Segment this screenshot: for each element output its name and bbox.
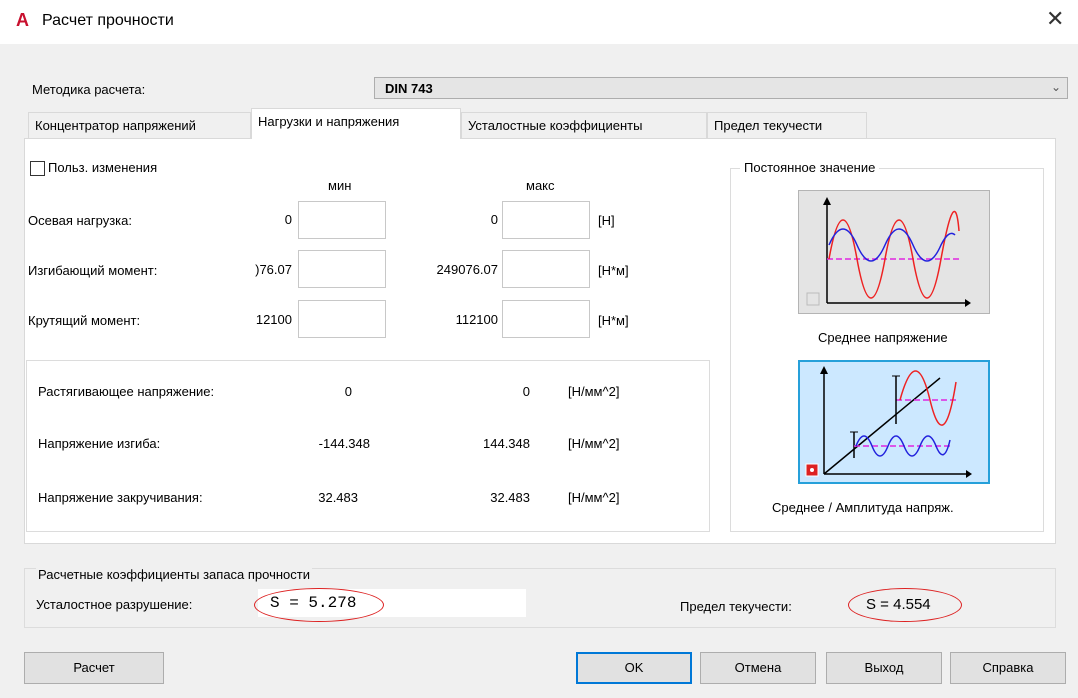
calculate-button[interactable]: Расчет — [24, 652, 164, 684]
bending-moment-max-value: 249076.07 — [436, 262, 498, 277]
mean-stress-option-label: Среднее напряжение — [818, 330, 948, 345]
axial-load-label: Осевая нагрузка: — [28, 213, 132, 228]
torsion-stress-min: 32.483 — [318, 490, 358, 505]
tab-fatigue-coefficients[interactable]: Усталостные коэффициенты — [461, 112, 707, 138]
mean-amplitude-option-label: Среднее / Амплитуда напряж. — [772, 500, 954, 515]
mean-amplitude-graph-icon — [800, 362, 988, 482]
yield-limit-label: Предел текучести: — [680, 599, 792, 614]
tab-loads-stresses[interactable]: Нагрузки и напряжения — [251, 108, 461, 139]
chevron-down-icon: ⌄ — [1050, 80, 1061, 94]
app-logo-icon: A — [16, 10, 29, 30]
tab-yield-limit[interactable]: Предел текучести — [707, 112, 867, 138]
cancel-button[interactable]: Отмена — [700, 652, 816, 684]
bending-moment-label: Изгибающий момент: — [28, 263, 158, 278]
axial-load-min-value: 0 — [284, 212, 292, 227]
axial-load-max-input[interactable] — [502, 201, 590, 239]
bending-moment-max-input[interactable] — [502, 250, 590, 288]
tensile-stress-label: Растягивающее напряжение: — [38, 384, 215, 399]
user-changes-label: Польз. изменения — [48, 160, 158, 175]
exit-button[interactable]: Выход — [826, 652, 942, 684]
tensile-stress-min: 0 — [344, 384, 352, 399]
bending-moment-min-input[interactable] — [298, 250, 386, 288]
torsion-stress-max: 32.483 — [490, 490, 530, 505]
safety-factors-title: Расчетные коэффициенты запаса прочности — [36, 567, 313, 582]
mean-stress-option-button[interactable] — [798, 190, 990, 314]
torque-max-input[interactable] — [502, 300, 590, 338]
torque-label: Крутящий момент: — [28, 313, 141, 328]
torque-unit: [H*м] — [598, 313, 629, 328]
bending-moment-unit: [H*м] — [598, 263, 629, 278]
tab-stress-concentrator[interactable]: Концентратор напряжений — [28, 112, 251, 138]
torque-max-value: 112100 — [455, 312, 498, 327]
constant-value-title: Постоянное значение — [740, 160, 880, 175]
ok-button[interactable]: OK — [576, 652, 692, 684]
axial-load-min-input[interactable] — [298, 201, 386, 239]
mean-amplitude-option-button[interactable] — [798, 360, 990, 484]
fatigue-failure-label: Усталостное разрушение: — [36, 597, 193, 612]
user-changes-checkbox[interactable] — [30, 161, 45, 176]
bending-stress-unit: [H/мм^2] — [568, 436, 620, 451]
tensile-stress-max: 0 — [522, 384, 530, 399]
bending-moment-min-value: )76.07 — [255, 262, 292, 277]
max-header: макс — [526, 178, 555, 193]
min-header: мин — [328, 178, 352, 193]
window-title: Расчет прочности — [42, 12, 174, 29]
close-icon[interactable]: ✕ — [1046, 6, 1064, 32]
bending-stress-label: Напряжение изгиба: — [38, 436, 161, 451]
torque-min-value: 12100 — [255, 312, 292, 327]
bending-stress-max: 144.348 — [483, 436, 530, 451]
sine-wave-mean-icon — [799, 191, 987, 311]
method-value: DIN 743 — [385, 81, 433, 96]
torsion-stress-label: Напряжение закручивания: — [38, 490, 203, 505]
torsion-stress-unit: [H/мм^2] — [568, 490, 620, 505]
help-button[interactable]: Справка — [950, 652, 1066, 684]
torque-min-input[interactable] — [298, 300, 386, 338]
axial-load-max-value: 0 — [490, 212, 498, 227]
fatigue-highlight-ellipse — [254, 588, 384, 622]
method-select[interactable]: DIN 743 ⌄ — [374, 77, 1068, 99]
axial-load-unit: [H] — [598, 213, 615, 228]
bending-stress-min: -144.348 — [318, 436, 370, 451]
tensile-stress-unit: [H/мм^2] — [568, 384, 620, 399]
yield-highlight-ellipse — [848, 588, 962, 622]
method-label: Методика расчета: — [32, 82, 146, 97]
